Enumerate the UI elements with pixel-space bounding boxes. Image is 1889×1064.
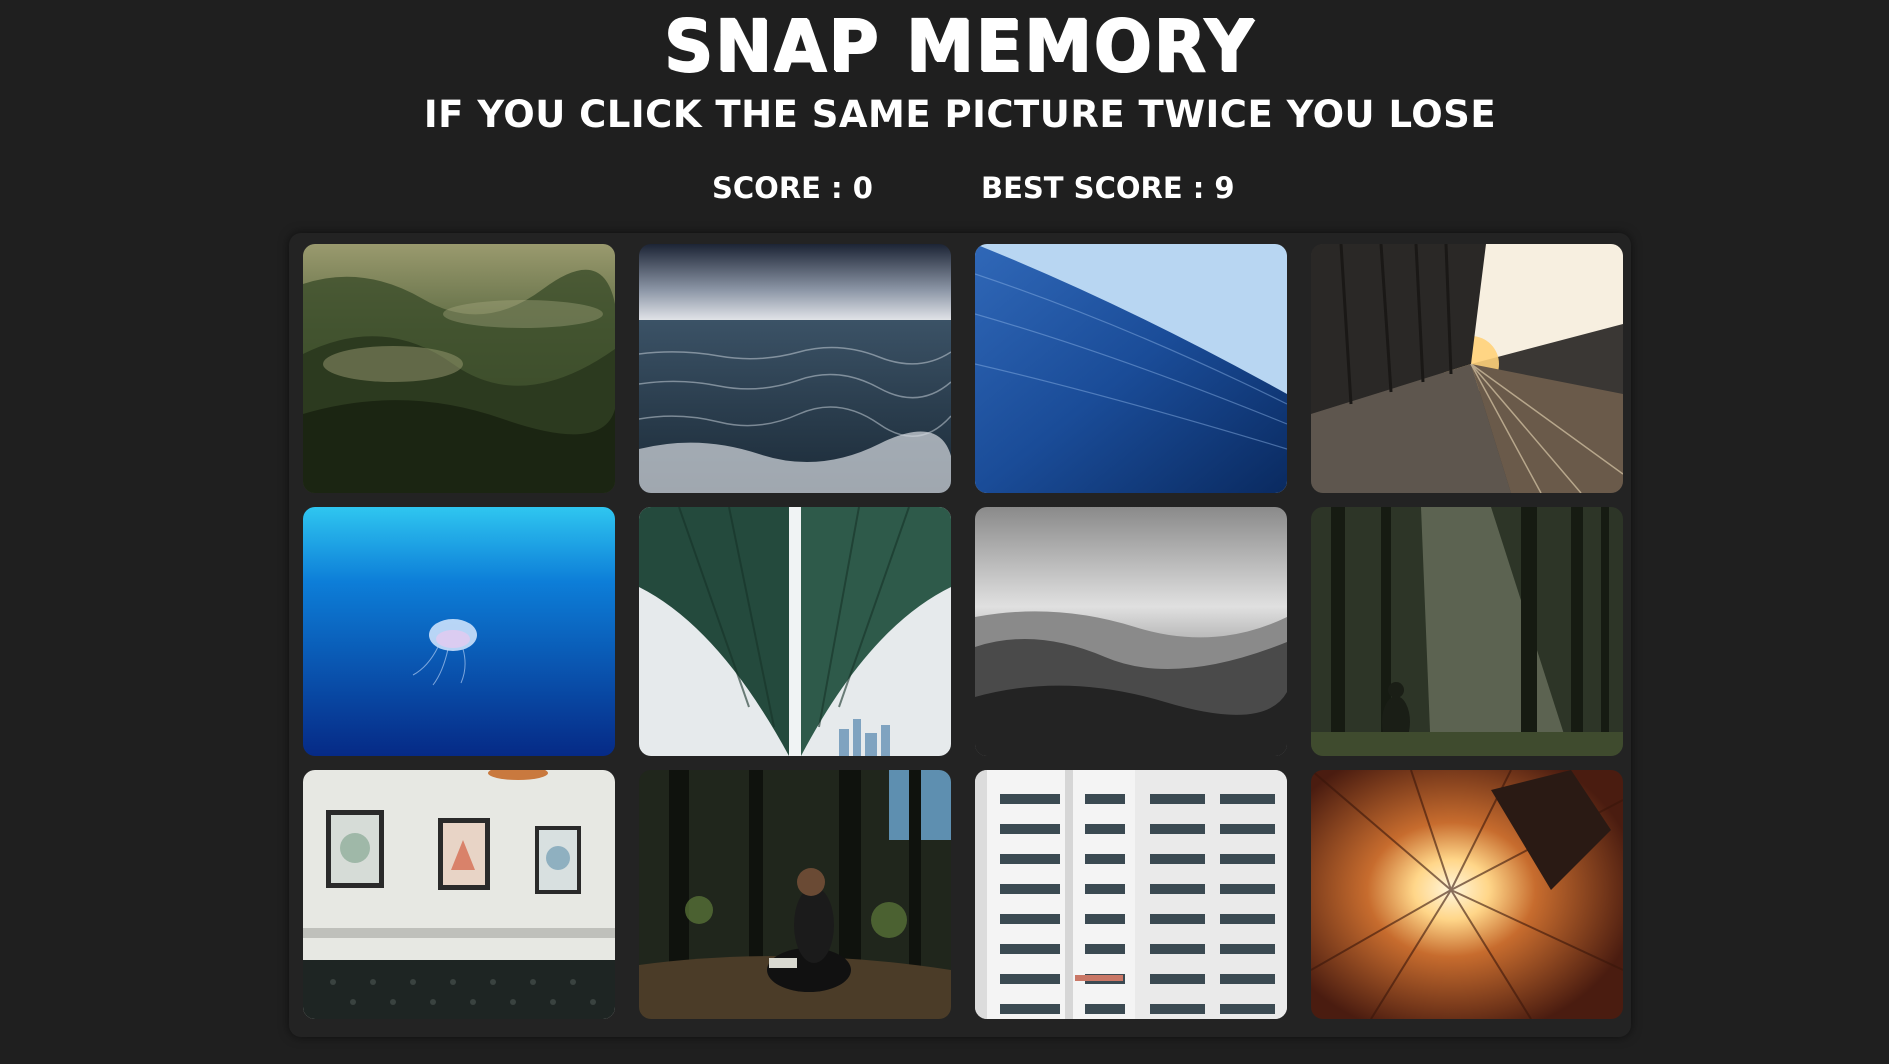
- rules-subtitle: IF YOU CLICK THE SAME PICTURE TWICE YOU …: [423, 93, 1497, 136]
- card-monochrome-valley[interactable]: [975, 507, 1287, 756]
- card-board: [289, 233, 1631, 1037]
- woman-reading-in-woods-image: [639, 770, 951, 1019]
- card-stormy-sea[interactable]: [639, 244, 951, 493]
- white-apartment-building-image: [975, 770, 1287, 1019]
- card-courtyard-looking-up-sun[interactable]: [1311, 770, 1623, 1019]
- card-woman-reading-in-woods[interactable]: [639, 770, 951, 1019]
- card-forest-sunrays-figure[interactable]: [1311, 507, 1623, 756]
- best-score: BEST SCORE : 9: [981, 171, 1235, 205]
- monochrome-valley-image: [975, 507, 1287, 756]
- forest-sunrays-figure-image: [1311, 507, 1623, 756]
- train-platform-sunset-image: [1311, 244, 1623, 493]
- blue-wave-image: [975, 244, 1287, 493]
- page-title: SNAP MEMORY: [664, 6, 1256, 89]
- card-blue-wave[interactable]: [975, 244, 1287, 493]
- misty-forest-hills-image: [303, 244, 615, 493]
- card-white-apartment-building[interactable]: [975, 770, 1287, 1019]
- gallery-wall-sofa-image: [303, 770, 615, 1019]
- snap-memory-app: SNAP MEMORY IF YOU CLICK THE SAME PICTUR…: [0, 0, 1889, 1064]
- stormy-sea-image: [639, 244, 951, 493]
- jellyfish-underwater-image: [303, 507, 615, 756]
- green-bridge-underside-image: [639, 507, 951, 756]
- card-train-platform-sunset[interactable]: [1311, 244, 1623, 493]
- current-score: SCORE : 0: [712, 171, 873, 205]
- card-misty-forest-hills[interactable]: [303, 244, 615, 493]
- courtyard-looking-up-sun-image: [1311, 770, 1623, 1019]
- card-grid: [303, 244, 1623, 1019]
- card-jellyfish-underwater[interactable]: [303, 507, 615, 756]
- card-gallery-wall-sofa[interactable]: [303, 770, 615, 1019]
- card-green-bridge-underside[interactable]: [639, 507, 951, 756]
